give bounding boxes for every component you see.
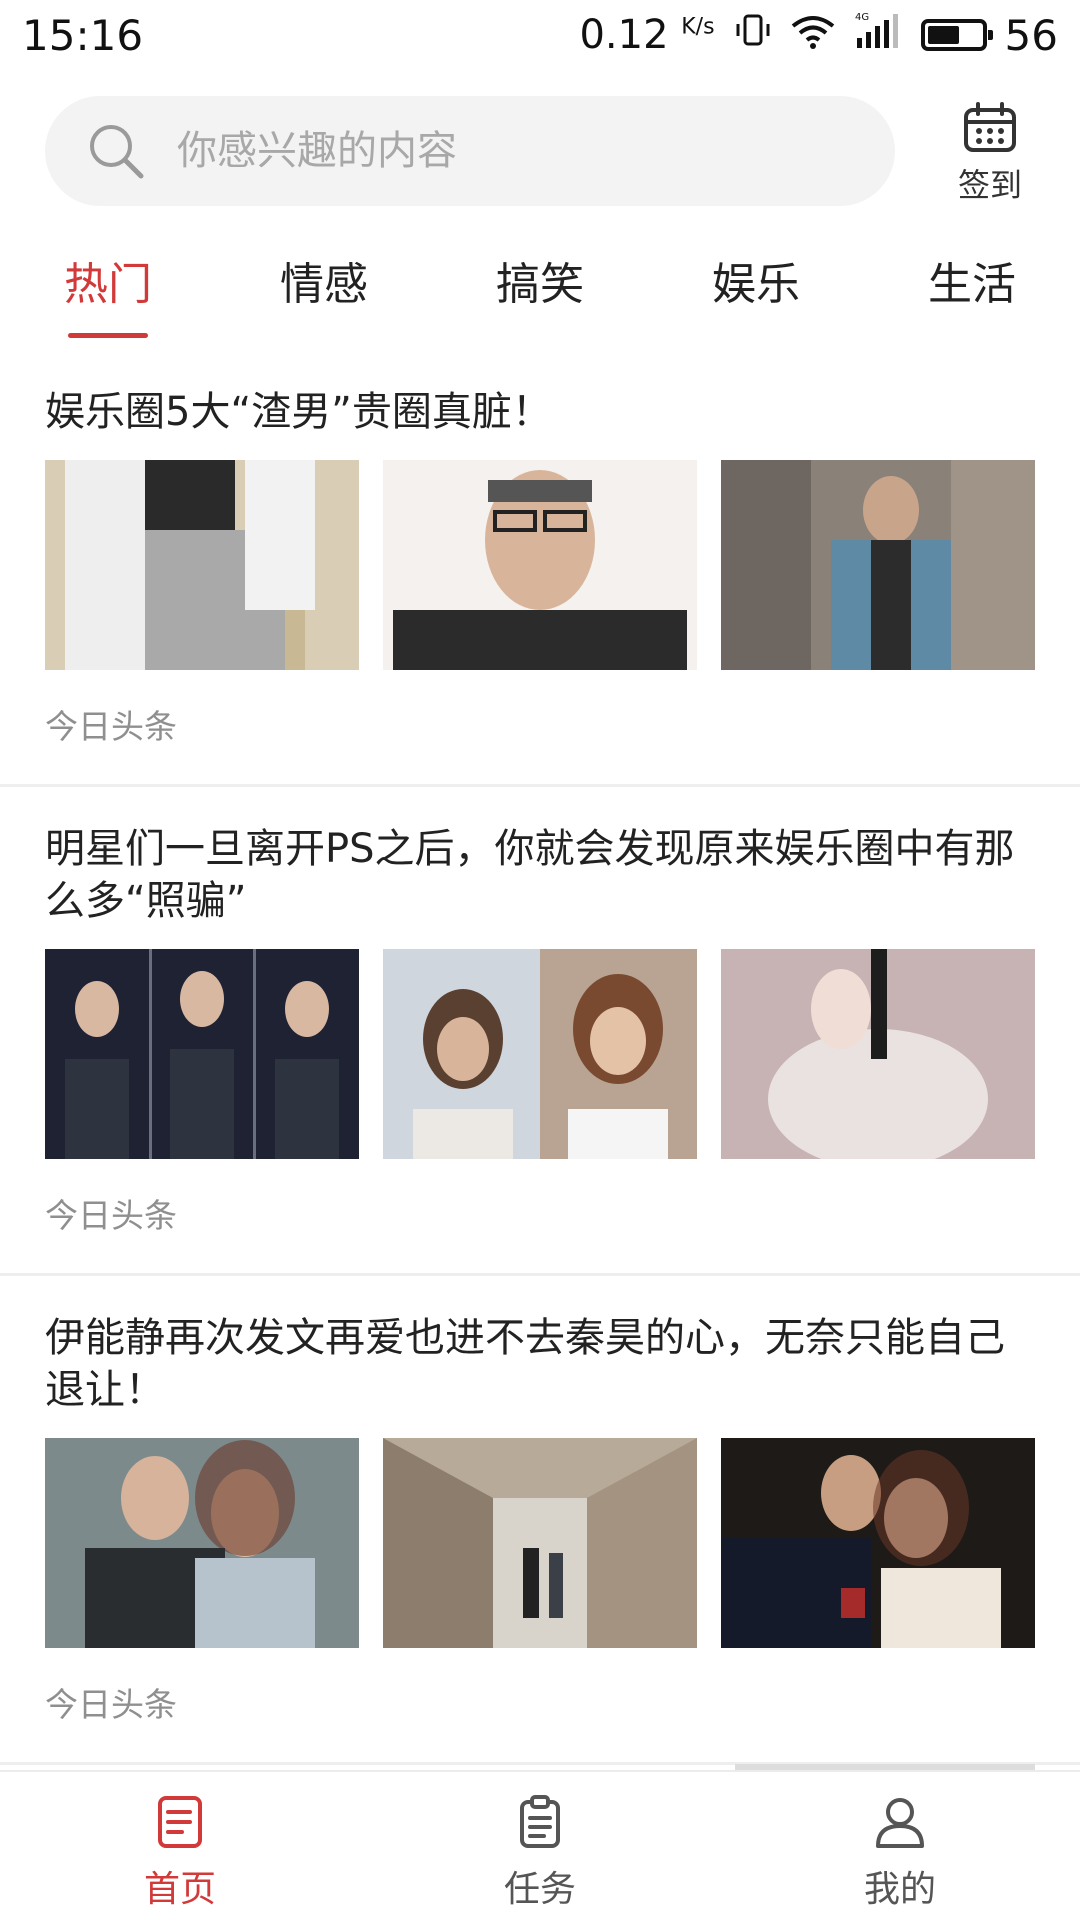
search-box[interactable] <box>45 96 895 206</box>
article-feed: 娱乐圈5大“渣男”贵圈真脏！ 今日头条 明星们一旦离开PS之后，你就会发现原来娱… <box>0 350 1080 1765</box>
clipboard-icon <box>520 1795 560 1848</box>
article-card[interactable]: 明星们一旦离开PS之后，你就会发现原来娱乐圈中有那么多“照骗” 今日头条 <box>0 787 1080 1276</box>
tab-life[interactable]: 生活 <box>864 240 1080 340</box>
status-bar: 15:16 0.12 K/s 4G 56 <box>0 0 1080 70</box>
article-title: 娱乐圈5大“渣男”贵圈真脏！ <box>45 389 552 435</box>
calendar-icon <box>964 102 1016 152</box>
article-thumbnail <box>383 1438 697 1648</box>
article-card[interactable]: 伊能静再次发文再爱也进不去秦昊的心，无奈只能自己退让！ 今日头条 <box>0 1276 1080 1765</box>
article-source: 今日头条 <box>45 707 177 746</box>
tab-entertainment[interactable]: 娱乐 <box>648 240 864 340</box>
home-doc-icon <box>158 1796 202 1848</box>
battery-icon <box>920 19 993 51</box>
article-thumbnails <box>45 460 1035 670</box>
article-source: 今日头条 <box>45 1196 177 1235</box>
article-thumbnails <box>45 1438 1035 1648</box>
tab-hot[interactable]: 热门 <box>0 240 216 340</box>
article-thumbnail <box>45 460 359 670</box>
search-icon <box>90 125 144 179</box>
nav-home-label: 首页 <box>143 1869 216 1910</box>
article-thumbnail <box>45 1438 359 1648</box>
article-thumbnail <box>45 949 359 1159</box>
nav-profile-label: 我的 <box>863 1869 936 1910</box>
article-thumbnail <box>383 949 697 1159</box>
search-input[interactable] <box>175 127 819 175</box>
article-thumbnail <box>721 1438 1035 1648</box>
article-thumbnail <box>721 949 1035 1159</box>
network-type-label: 4G <box>855 12 869 23</box>
tab-funny[interactable]: 搞笑 <box>432 240 648 340</box>
battery-level: 56 <box>1004 10 1058 60</box>
article-source: 今日头条 <box>45 1685 177 1724</box>
vibrate-icon <box>733 10 773 60</box>
nav-tasks-label: 任务 <box>503 1869 576 1910</box>
article-title: 明星们一旦离开PS之后，你就会发现原来娱乐圈中有那么多“照骗” <box>45 826 1015 924</box>
wifi-icon <box>791 11 835 60</box>
nav-profile[interactable]: 我的 <box>720 1772 1080 1922</box>
nav-tasks[interactable]: 任务 <box>360 1772 720 1922</box>
user-icon <box>876 1798 924 1848</box>
article-title: 伊能静再次发文再爱也进不去秦昊的心，无奈只能自己退让！ <box>45 1315 1005 1413</box>
article-thumbnail <box>721 460 1035 670</box>
checkin-button[interactable]: 签到 <box>930 102 1050 206</box>
article-thumbnail <box>383 460 697 670</box>
article-card[interactable]: 娱乐圈5大“渣男”贵圈真脏！ 今日头条 <box>0 350 1080 787</box>
status-icons: 0.12 K/s 4G 56 <box>579 10 1058 60</box>
bottom-navigation: 首页 任务 我的 <box>0 1770 1080 1922</box>
tab-emotion[interactable]: 情感 <box>216 240 432 340</box>
checkin-label: 签到 <box>957 166 1022 204</box>
category-tabs: 热门 情感 搞笑 娱乐 生活 <box>0 240 1080 340</box>
nav-home[interactable]: 首页 <box>0 1772 360 1922</box>
status-time: 15:16 <box>22 10 144 60</box>
network-speed: 0.12 K/s <box>579 12 715 58</box>
search-bar-row: 签到 <box>0 86 1080 216</box>
article-thumbnails <box>45 949 1035 1159</box>
cellular-signal-icon: 4G <box>853 10 903 60</box>
